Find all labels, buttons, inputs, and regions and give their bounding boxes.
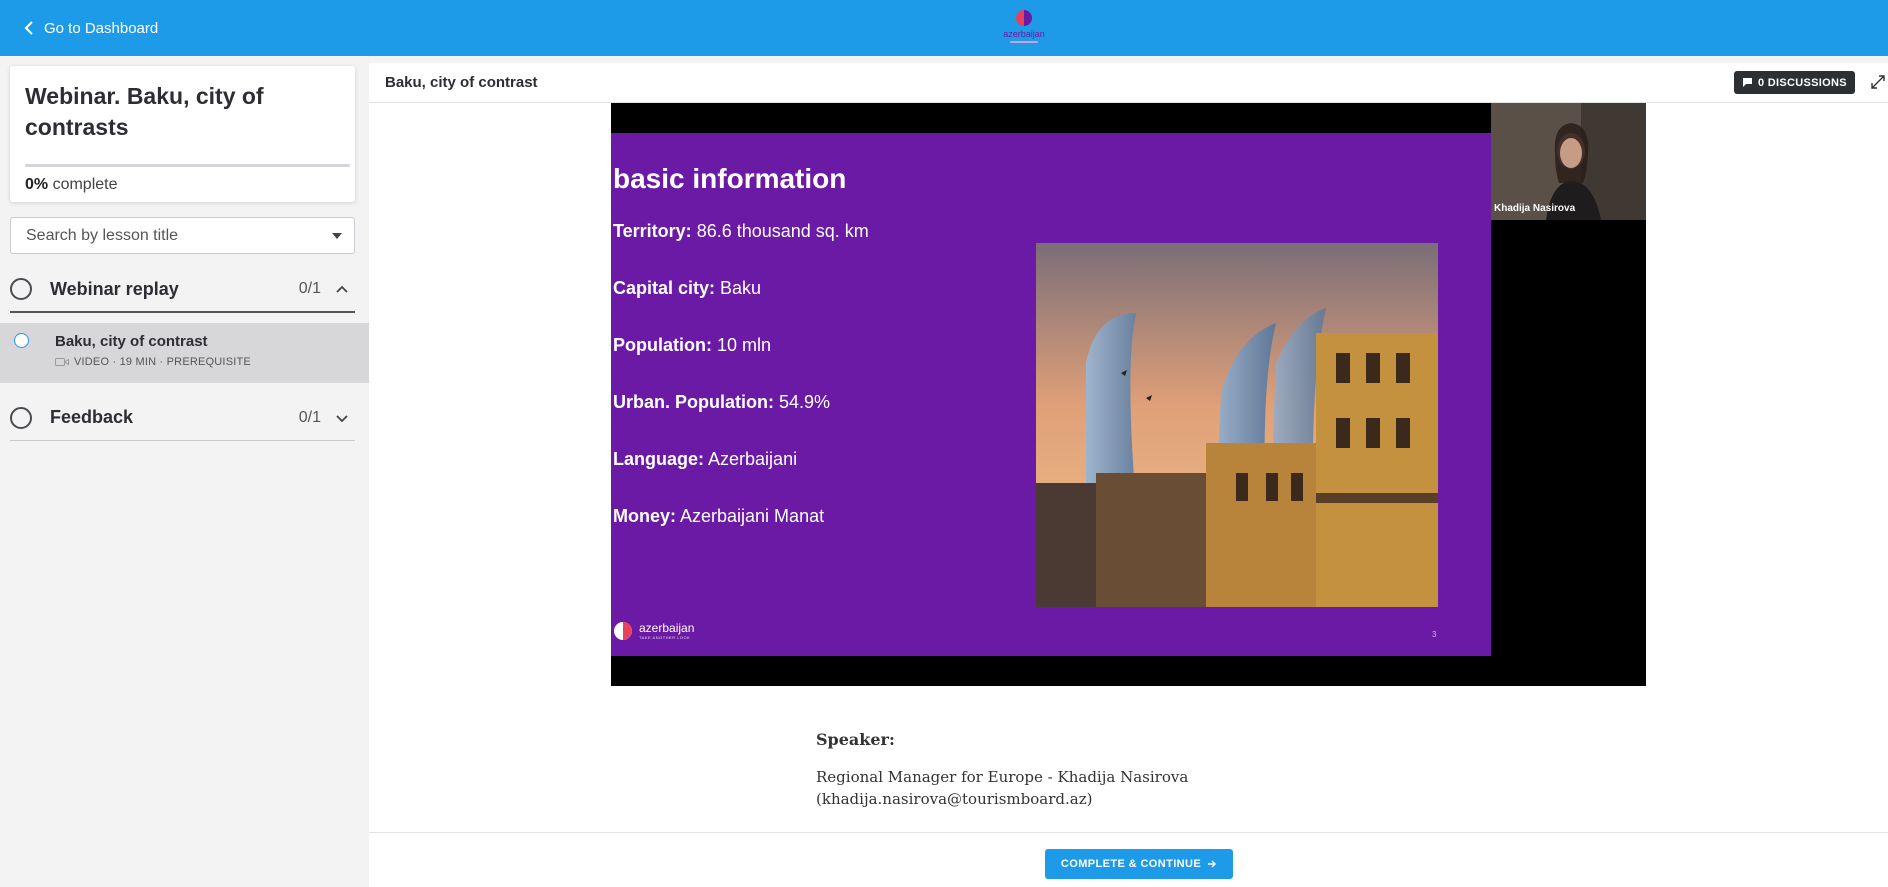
lesson-meta-text: VIDEO · 19 MIN · PREREQUISITE <box>74 356 251 368</box>
brand-wordmark: azerbaijan <box>1003 29 1045 39</box>
video-camera-icon <box>55 358 69 366</box>
lesson-search-dropdown[interactable]: Search by lesson title <box>10 217 355 254</box>
lesson-content: Baku, city of contrast 0 DISCUSSIONS bas… <box>369 63 1888 887</box>
course-title: Webinar. Baku, city of contrasts <box>25 83 264 140</box>
slide-fact-capital: Capital city: Baku <box>613 278 761 299</box>
fact-label: Urban. Population: <box>613 392 774 412</box>
slide-azerbaijan-logo: azerbaijan TAKE ANOTHER LOOK <box>613 621 694 641</box>
slide-fact-money: Money: Azerbaijani Manat <box>613 506 824 527</box>
chevron-down-icon <box>336 414 348 422</box>
speaker-role: Regional Manager for Europe - Khadija Na… <box>816 768 1189 786</box>
slide-fact-population: Population: 10 mln <box>613 335 771 356</box>
lesson-status-radio-icon <box>14 333 29 348</box>
speaker-email: (khadija.nasirova@tourismboard.az) <box>816 790 1093 808</box>
fact-label: Capital city: <box>613 278 716 298</box>
discussions-button[interactable]: 0 DISCUSSIONS <box>1734 71 1855 94</box>
lesson-title: Baku, city of contrast <box>55 333 208 350</box>
lesson-header: Baku, city of contrast 0 DISCUSSIONS <box>369 63 1888 103</box>
slide-fact-territory: Territory: 86.6 thousand sq. km <box>613 221 869 242</box>
course-progress-bar <box>25 164 350 167</box>
arrow-right-icon <box>1208 860 1217 868</box>
speaker-heading: Speaker: <box>816 730 895 749</box>
section-title: Feedback <box>50 407 134 427</box>
slide-logo-tagline: TAKE ANOTHER LOOK <box>639 635 691 640</box>
section-title: Webinar replay <box>50 278 179 299</box>
fact-label: Money: <box>613 506 676 526</box>
fact-value: 54.9% <box>774 392 831 412</box>
caret-down-icon <box>332 233 342 239</box>
chat-bubble-icon <box>1743 78 1752 87</box>
slide-fact-urban-population: Urban. Population: 54.9% <box>613 392 830 413</box>
lesson-header-title: Baku, city of contrast <box>385 74 538 91</box>
lesson-item-baku-city-of-contrast[interactable]: Baku, city of contrast VIDEO · 19 MIN · … <box>0 323 369 383</box>
azerbaijan-logo-mark-icon <box>1016 10 1032 26</box>
progress-percent: 0% <box>25 176 49 193</box>
course-card: Webinar. Baku, city of contrasts 0% comp… <box>10 66 355 202</box>
fact-label: Language: <box>613 449 705 469</box>
speaker-camera-feed: Khadija Nasirova <box>1491 103 1646 220</box>
fact-label: Population: <box>613 335 712 355</box>
lesson-footer: COMPLETE & CONTINUE <box>369 832 1888 887</box>
section-count: 0/1 <box>298 408 321 426</box>
section-count: 0/1 <box>298 280 321 297</box>
section-status-circle-icon <box>10 406 32 429</box>
fact-value: 10 mln <box>711 335 772 355</box>
discussions-label: 0 DISCUSSIONS <box>1758 76 1847 89</box>
go-to-dashboard-link[interactable]: Go to Dashboard <box>24 16 158 40</box>
complete-and-continue-label: COMPLETE & CONTINUE <box>1060 858 1202 870</box>
slide-fact-language: Language: Azerbaijani <box>613 449 797 470</box>
brand-tagline-bar <box>1010 41 1038 43</box>
camera-participant-name: Khadija Nasirova <box>1494 203 1576 214</box>
baku-skyline-photo <box>1036 243 1438 607</box>
fact-value: Azerbaijani Manat <box>676 506 825 526</box>
lesson-search-placeholder: Search by lesson title <box>26 226 179 244</box>
slide-heading: basic information <box>613 163 847 194</box>
slide-logo-text: azerbaijan TAKE ANOTHER LOOK <box>639 621 695 641</box>
progress-text: 0% complete <box>25 176 118 194</box>
go-to-dashboard-label: Go to Dashboard <box>44 19 159 37</box>
course-sidebar: Webinar. Baku, city of contrasts 0% comp… <box>0 56 369 887</box>
chevron-left-icon <box>24 21 33 35</box>
fact-value: Baku <box>715 278 762 298</box>
azerbaijan-logo-mark-icon <box>614 622 632 640</box>
slide-logo-wordmark: azerbaijan <box>639 621 695 635</box>
presentation-slide: basic information Territory: 86.6 thousa… <box>611 133 1491 656</box>
progress-suffix: complete <box>52 176 118 193</box>
expand-icon[interactable] <box>1871 75 1885 89</box>
video-player[interactable]: basic information Territory: 86.6 thousa… <box>611 103 1646 686</box>
chevron-up-icon <box>336 285 348 293</box>
top-bar: Go to Dashboard azerbaijan <box>0 0 1888 56</box>
section-status-circle-icon <box>10 278 32 300</box>
fact-label: Territory: <box>613 221 692 241</box>
speaker-description: Regional Manager for Europe - Khadija Na… <box>816 766 1276 810</box>
complete-and-continue-button[interactable]: COMPLETE & CONTINUE <box>1045 849 1233 879</box>
section-feedback[interactable]: Feedback 0/1 <box>10 395 355 441</box>
fact-value: 86.6 thousand sq. km <box>691 221 869 241</box>
section-webinar-replay[interactable]: Webinar replay 0/1 <box>10 267 355 313</box>
slide-page-number: 3 <box>1432 630 1437 639</box>
fact-value: Azerbaijani <box>704 449 798 469</box>
brand-logo: azerbaijan <box>999 8 1049 46</box>
lesson-meta: VIDEO · 19 MIN · PREREQUISITE <box>55 356 251 368</box>
